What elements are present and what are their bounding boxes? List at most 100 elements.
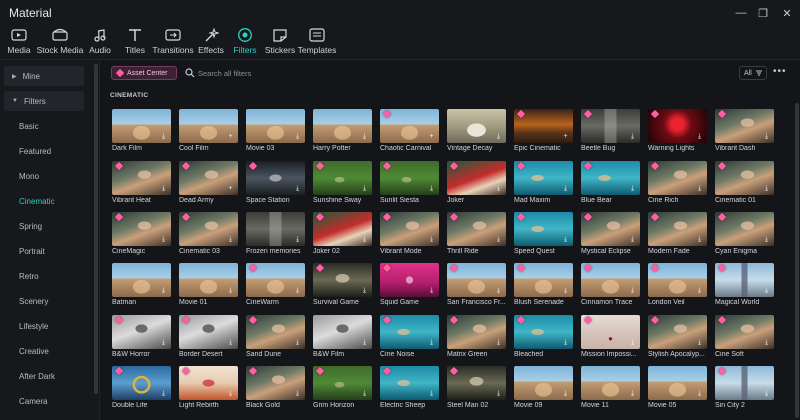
download-icon[interactable]: ⤓ bbox=[159, 286, 168, 295]
download-icon[interactable]: ⤓ bbox=[628, 235, 637, 244]
filter-tile[interactable]: ⤓ Survival Game bbox=[313, 263, 372, 308]
filter-tile[interactable]: ⤓ Grim Horizon bbox=[313, 366, 372, 411]
download-icon[interactable]: ⤓ bbox=[762, 235, 771, 244]
filter-tile[interactable]: ⤓ Movie 09 bbox=[514, 366, 573, 411]
filter-tile[interactable]: ⤓ Movie 01 bbox=[179, 263, 238, 308]
download-icon[interactable]: ⤓ bbox=[427, 184, 436, 193]
filter-tile[interactable]: ⤓ London Veil bbox=[648, 263, 707, 308]
search-input[interactable] bbox=[198, 66, 398, 80]
filter-tile[interactable]: ⤓ Mad Maxim bbox=[514, 161, 573, 206]
filter-tile[interactable]: ⤓ Vibrant Heat bbox=[112, 161, 171, 206]
filter-tile[interactable]: ⤓ Stylish Apocalyp... bbox=[648, 315, 707, 360]
download-icon[interactable]: ⤓ bbox=[427, 389, 436, 398]
download-icon[interactable]: ⤓ bbox=[628, 286, 637, 295]
filter-tile[interactable]: ⤓ Mystical Eclipse bbox=[581, 212, 640, 257]
download-icon[interactable]: ⤓ bbox=[762, 338, 771, 347]
download-icon[interactable]: ⤓ bbox=[695, 338, 704, 347]
filter-dropdown[interactable]: All bbox=[739, 66, 767, 80]
download-icon[interactable]: ⤓ bbox=[494, 389, 503, 398]
filter-tile[interactable]: ⤓ Warning Lights bbox=[648, 109, 707, 154]
filter-tile[interactable]: ⤓ CineMagic bbox=[112, 212, 171, 257]
download-icon[interactable]: ⤓ bbox=[628, 184, 637, 193]
download-icon[interactable]: ⤓ bbox=[360, 389, 369, 398]
download-icon[interactable]: ⤓ bbox=[695, 235, 704, 244]
download-icon[interactable]: ⤓ bbox=[762, 184, 771, 193]
sidebar-item-featured[interactable]: Featured bbox=[0, 141, 92, 161]
filter-tile[interactable]: ⤓ Electric Sheep bbox=[380, 366, 439, 411]
filter-tile[interactable]: ⤓ Magical World bbox=[715, 263, 774, 308]
filter-tile[interactable]: ⤓ Modern Fade bbox=[648, 212, 707, 257]
sidebar-item-creative[interactable]: Creative bbox=[0, 341, 92, 361]
filter-tile[interactable]: ⤓ Mission Impossi... bbox=[581, 315, 640, 360]
download-icon[interactable]: ⤓ bbox=[226, 389, 235, 398]
download-icon[interactable]: ⤓ bbox=[360, 286, 369, 295]
filter-tile[interactable]: ⤓ Beetle Bug bbox=[581, 109, 640, 154]
filter-tile[interactable]: ⤓ Squid Game bbox=[380, 263, 439, 308]
sidebar-item-cinematic[interactable]: Cinematic bbox=[0, 191, 92, 211]
download-icon[interactable]: ⤓ bbox=[293, 132, 302, 141]
download-icon[interactable]: ⤓ bbox=[695, 132, 704, 141]
sidebar-item-mine[interactable]: ▶ Mine bbox=[4, 66, 84, 86]
sidebar-item-spring[interactable]: Spring bbox=[0, 216, 92, 236]
restore-icon[interactable]: ❐ bbox=[752, 3, 774, 23]
filter-tile[interactable]: ⤓ Dark Film bbox=[112, 109, 171, 154]
download-icon[interactable]: ⤓ bbox=[293, 286, 302, 295]
filter-tile[interactable]: ⤓ Double Life bbox=[112, 366, 171, 411]
filter-tile[interactable]: ⤓ Thrill Ride bbox=[447, 212, 506, 257]
filter-tile[interactable]: ⤓ Cinnamon Trace bbox=[581, 263, 640, 308]
download-icon[interactable]: ⤓ bbox=[293, 184, 302, 193]
download-icon[interactable]: ⤓ bbox=[159, 132, 168, 141]
filter-tile[interactable]: ⤓ Joker 02 bbox=[313, 212, 372, 257]
sidebar-scrollbar[interactable] bbox=[94, 64, 98, 394]
download-icon[interactable]: ⤓ bbox=[762, 389, 771, 398]
download-icon[interactable]: ⤓ bbox=[159, 389, 168, 398]
sidebar-item-scenery[interactable]: Scenery bbox=[0, 291, 92, 311]
filter-tile[interactable]: ⤓ Matrix Green bbox=[447, 315, 506, 360]
filter-tile[interactable]: ⤓ Cinematic 03 bbox=[179, 212, 238, 257]
filter-tile[interactable]: ⤓ San Francisco Fr... bbox=[447, 263, 506, 308]
download-icon[interactable]: ⤓ bbox=[360, 184, 369, 193]
filter-tile[interactable]: ⤓ B&W Film bbox=[313, 315, 372, 360]
filter-tile[interactable]: ⤓ Black Gold bbox=[246, 366, 305, 411]
download-icon[interactable]: ⤓ bbox=[561, 338, 570, 347]
tab-templates[interactable]: Templates bbox=[287, 26, 347, 60]
filter-tile[interactable]: ⤓ Batman bbox=[112, 263, 171, 308]
download-icon[interactable]: ⤓ bbox=[494, 184, 503, 193]
download-icon[interactable]: ⤓ bbox=[226, 286, 235, 295]
download-icon[interactable]: ⤓ bbox=[494, 235, 503, 244]
filter-tile[interactable]: ⤓ Joker bbox=[447, 161, 506, 206]
download-icon[interactable]: ⤓ bbox=[695, 286, 704, 295]
filter-tile[interactable]: ⤓ Movie 05 bbox=[648, 366, 707, 411]
sidebar-item-basic[interactable]: Basic bbox=[0, 116, 92, 136]
filter-tile[interactable]: ⤓ Space Station bbox=[246, 161, 305, 206]
download-icon[interactable]: ⤓ bbox=[628, 389, 637, 398]
download-icon[interactable]: ⤓ bbox=[159, 338, 168, 347]
add-icon[interactable]: + bbox=[226, 184, 235, 193]
filter-tile[interactable]: ⤓ Cine Noise bbox=[380, 315, 439, 360]
filter-tile[interactable]: ⤓ B&W Horror bbox=[112, 315, 171, 360]
asset-center-button[interactable]: Asset Center bbox=[111, 66, 177, 80]
filter-tile[interactable]: ⤓ Sunlit Siesta bbox=[380, 161, 439, 206]
filter-tile[interactable]: ⤓ Bleached bbox=[514, 315, 573, 360]
filter-tile[interactable]: ⤓ Vintage Decay bbox=[447, 109, 506, 154]
download-icon[interactable]: ⤓ bbox=[561, 389, 570, 398]
download-icon[interactable]: ⤓ bbox=[695, 184, 704, 193]
filter-tile[interactable]: ⤓ Border Desert bbox=[179, 315, 238, 360]
download-icon[interactable]: ⤓ bbox=[293, 235, 302, 244]
sidebar-item-retro[interactable]: Retro bbox=[0, 266, 92, 286]
filter-tile[interactable]: ⤓ Speed Quest bbox=[514, 212, 573, 257]
filter-tile[interactable]: + Dead Army bbox=[179, 161, 238, 206]
sidebar-item-after-dark[interactable]: After Dark bbox=[0, 366, 92, 386]
filter-tile[interactable]: ⤓ Cinematic 01 bbox=[715, 161, 774, 206]
filter-tile[interactable]: ⤓ Cine Rich bbox=[648, 161, 707, 206]
download-icon[interactable]: ⤓ bbox=[561, 235, 570, 244]
filter-tile[interactable]: + Epic Cinematic bbox=[514, 109, 573, 154]
download-icon[interactable]: ⤓ bbox=[494, 132, 503, 141]
download-icon[interactable]: ⤓ bbox=[427, 338, 436, 347]
download-icon[interactable]: ⤓ bbox=[427, 235, 436, 244]
sidebar-item-filters[interactable]: ▼ Filters bbox=[4, 91, 84, 111]
filter-tile[interactable]: ⤓ Vibrant Dash bbox=[715, 109, 774, 154]
download-icon[interactable]: ⤓ bbox=[360, 132, 369, 141]
download-icon[interactable]: ⤓ bbox=[695, 389, 704, 398]
filter-tile[interactable]: ⤓ Sand Dune bbox=[246, 315, 305, 360]
